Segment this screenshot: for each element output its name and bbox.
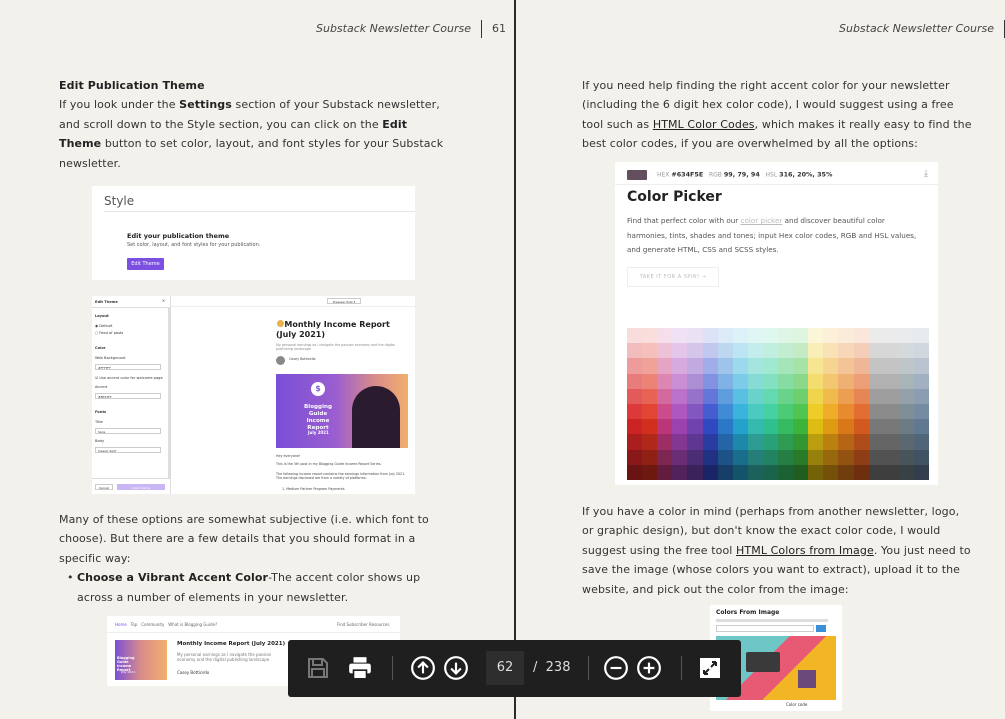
zoom-in-icon[interactable] [633,652,665,684]
next-page-icon[interactable] [440,652,472,684]
color-picker-screenshot: HEX #634F5E RGB 99, 79, 94 HSL 316, 20%,… [615,162,938,485]
editor-sidebar: Edit Theme ✕ Layout ◉ Default ○ Feed of … [92,296,171,494]
colors-from-image-paragraph: If you have a color in mind (perhaps fro… [582,505,971,596]
running-head-title: Substack Newsletter Course [316,22,471,35]
html-color-codes-link[interactable]: HTML Color Codes [653,118,755,131]
selected-color-swatch [627,170,647,180]
style-screenshot: Style Edit your publication theme Set co… [92,186,415,280]
article-title: Monthly Income Report (July 2021) [276,320,390,339]
right-page: Substack Newsletter Course62 If you need… [516,0,1005,719]
zoom-out-icon[interactable] [600,652,632,684]
page-number: 61 [492,22,506,35]
style-heading: Edit your publication theme [127,232,230,240]
style-subtext: Set color, layout, and font styles for y… [127,242,261,248]
left-running-head: Substack Newsletter Course 61 [316,20,506,38]
print-icon[interactable] [344,652,376,684]
style-title: Style [104,194,135,208]
take-it-for-a-spin-button: TAKE IT FOR A SPIN! → [627,267,719,287]
right-running-head: Substack Newsletter Course62 [839,20,1005,38]
running-head-title: Substack Newsletter Course [839,22,994,35]
color-codes-paragraph: If you need help finding the right accen… [582,79,972,151]
color-palette-grid [627,328,929,480]
edit-theme-screenshot: Edit Theme ✕ Layout ◉ Default ○ Feed of … [92,296,415,494]
left-page: Substack Newsletter Course 61 Edit Public… [0,0,514,719]
section-heading: Edit Publication Theme [59,79,205,92]
current-page-input[interactable]: 62 [486,651,524,685]
article-hero-image: $ Blogging Guide Income Report July 2021 [276,374,408,448]
section-edit-theme: Edit Publication Theme If you look under… [59,76,449,173]
specific-formatting-paragraph: Many of these options are somewhat subje… [59,510,454,607]
color-picker-title: Color Picker [627,189,722,205]
save-icon[interactable] [302,652,334,684]
page-count: / 238 [533,660,571,675]
html-colors-from-image-link[interactable]: HTML Colors from Image [736,544,874,557]
edit-theme-button: Edit Theme [127,258,164,270]
download-icon: ⤓ [924,169,928,179]
preview-thumbnail: Blogging Guide Income Report July 2021 [115,640,167,680]
previous-page-icon[interactable] [407,652,439,684]
intro-paragraph: If you look under the Settings section o… [59,98,444,170]
bullet-accent-color: • Choose a Vibrant Accent Color-The acce… [67,571,421,604]
fit-page-icon[interactable] [694,652,726,684]
viewer-toolbar: 62 / 238 [288,640,741,697]
